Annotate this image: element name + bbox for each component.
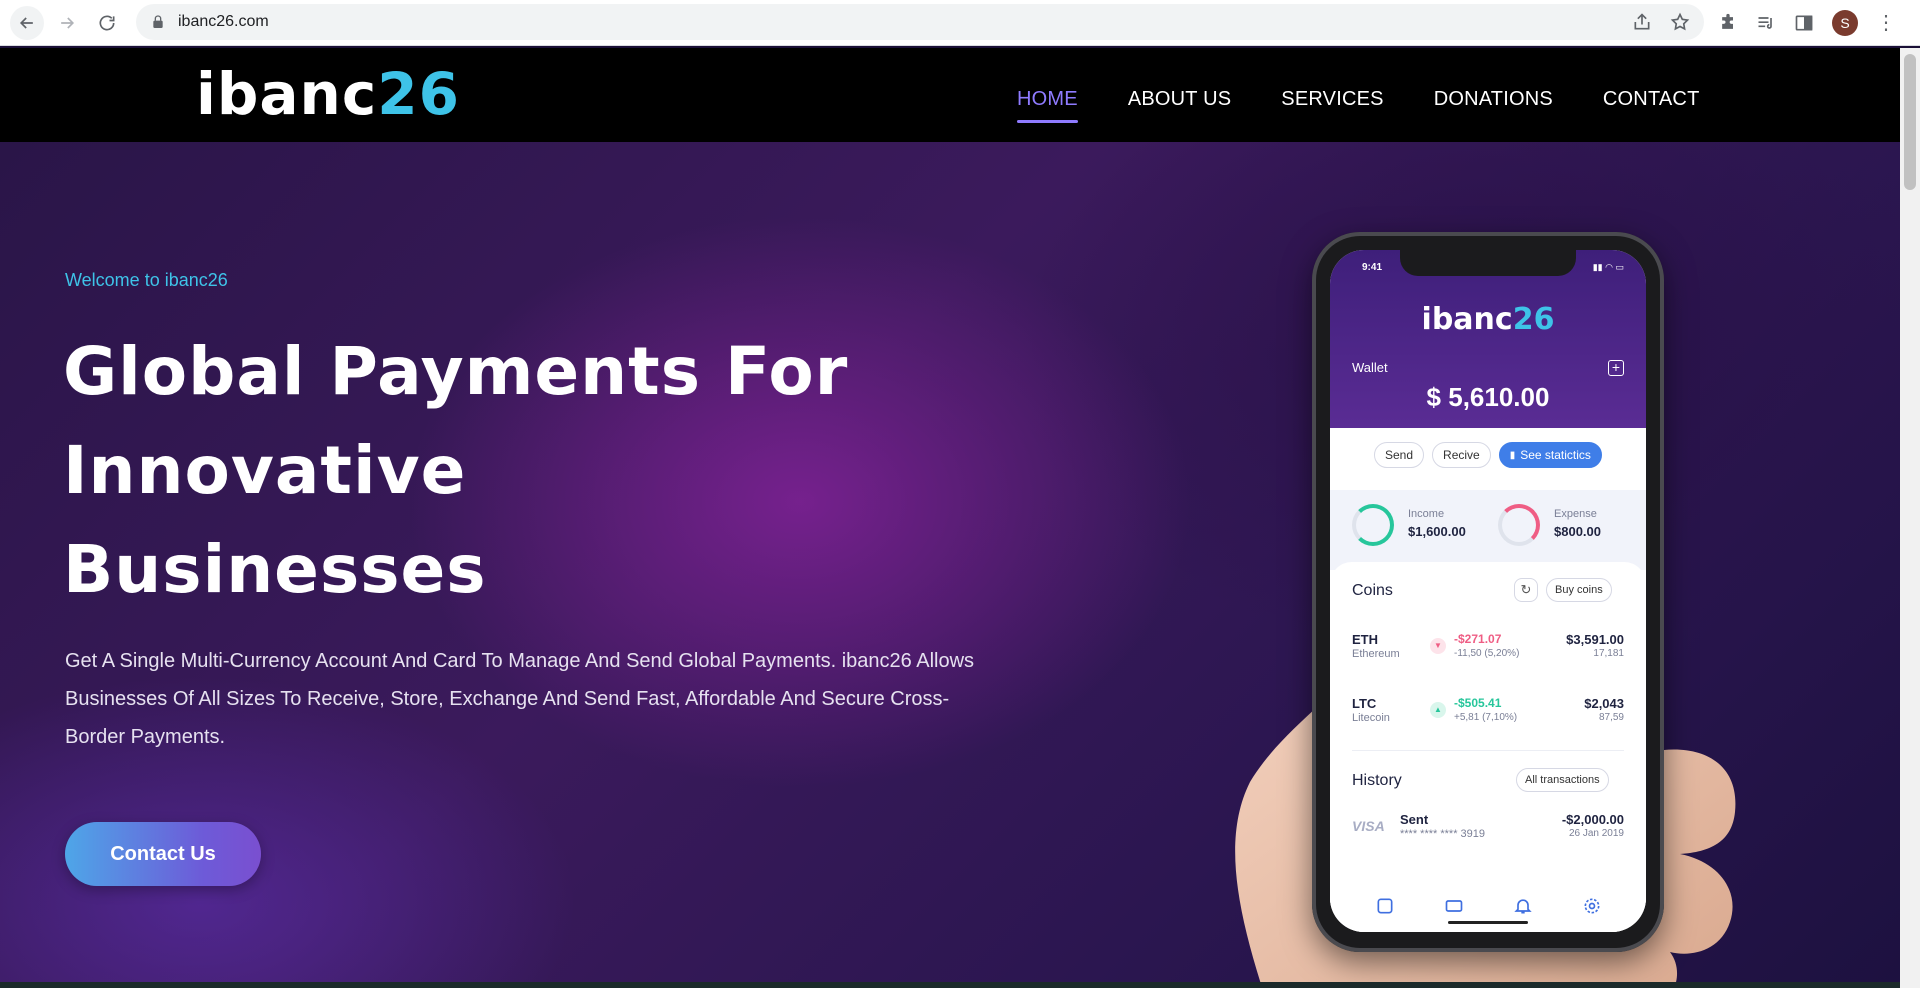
nav-donations[interactable]: DONATIONS <box>1434 88 1553 123</box>
income-ring <box>1352 504 1394 546</box>
puzzle-icon[interactable] <box>1718 13 1738 33</box>
back-button[interactable] <box>10 5 44 40</box>
nav-contact[interactable]: CONTACT <box>1603 88 1700 123</box>
phone-tabbar <box>1330 880 1646 932</box>
arrow-right-icon <box>61 16 75 29</box>
phone-screen: 9:41 ▮▮ ◠ ▭ ibanc26 Wallet + $ 5,610.00 … <box>1330 250 1646 932</box>
welcome-text: Welcome to ibanc26 <box>65 270 228 290</box>
scrollbar-thumb[interactable] <box>1904 54 1916 190</box>
app-logo: ibanc26 <box>1421 302 1555 337</box>
side-panel-icon[interactable] <box>1794 13 1814 33</box>
forward-button[interactable] <box>50 6 84 40</box>
site-header: ibanc26 HOME ABOUT US SERVICES DONATIONS… <box>0 48 1900 142</box>
add-icon: + <box>1608 360 1624 376</box>
wallet-actions: Send Recive ▮ See statictics <box>1374 442 1602 468</box>
site-logo[interactable]: ibanc26 <box>196 60 460 128</box>
visa-logo: VISA <box>1352 818 1385 834</box>
hero-description: Get A Single Multi-Currency Account And … <box>65 650 975 748</box>
send-pill: Send <box>1374 442 1425 468</box>
reload-icon <box>99 15 115 31</box>
card-tab-icon <box>1445 900 1462 912</box>
down-arrow-icon: ▼ <box>1430 638 1446 654</box>
profile-avatar[interactable]: S <box>1832 10 1858 36</box>
coins-title: Coins <box>1352 582 1393 599</box>
hero-headline: Global Payments For Innovative Businesse… <box>63 322 963 619</box>
nav-about-us[interactable]: ABOUT US <box>1128 88 1231 123</box>
media-queue-icon[interactable] <box>1756 13 1776 33</box>
hero-section: Welcome to ibanc26 Global Payments For I… <box>0 142 1900 982</box>
contact-us-button[interactable]: Contact Us <box>65 822 261 886</box>
main-nav: HOME ABOUT US SERVICES DONATIONS CONTACT <box>1017 88 1699 123</box>
phone-mockup: 9:41 ▮▮ ◠ ▭ ibanc26 Wallet + $ 5,610.00 … <box>1312 232 1664 952</box>
page-scrollbar[interactable] <box>1900 48 1920 988</box>
star-icon[interactable] <box>1670 12 1690 32</box>
signal-wifi-battery-icon: ▮▮ ◠ ▭ <box>1592 262 1624 272</box>
gear-icon <box>1584 898 1599 914</box>
bar-chart-icon: ▮ <box>1509 449 1516 461</box>
all-transactions-pill: All transactions <box>1516 768 1609 792</box>
headline-line-3: Businesses <box>63 531 487 608</box>
wallet-label: Wallet <box>1352 360 1388 375</box>
bell-icon <box>1513 899 1532 914</box>
menu-kebab-icon[interactable]: ⋮ <box>1876 13 1896 33</box>
refresh-icon: ↻ <box>1514 578 1538 602</box>
headline-line-2: Innovative <box>63 432 467 509</box>
nav-services[interactable]: SERVICES <box>1281 88 1383 123</box>
phone-time: 9:41 <box>1362 262 1383 273</box>
income-expense-stats: Income $1,600.00 Expense $800.00 <box>1330 490 1646 570</box>
lock-icon <box>153 15 163 28</box>
receive-pill: Recive <box>1432 442 1491 468</box>
arrow-left-icon <box>19 16 33 29</box>
wallet-balance: $ 5,610.00 <box>1426 382 1550 412</box>
expense-ring <box>1498 504 1540 546</box>
browser-toolbar: ibanc26.com S ⋮ <box>0 0 1920 46</box>
wallet-tab-icon <box>1377 898 1392 914</box>
home-indicator <box>1448 921 1528 924</box>
nav-home[interactable]: HOME <box>1017 88 1078 123</box>
address-bar[interactable]: ibanc26.com <box>136 4 1704 40</box>
buy-coins-pill: Buy coins <box>1546 578 1612 602</box>
share-icon[interactable] <box>1632 12 1652 32</box>
up-arrow-icon: ▲ <box>1430 702 1446 718</box>
url-text: ibanc26.com <box>178 13 269 30</box>
coins-card: Coins ↻ Buy coins ETH Ethereum ▼ -$271.0… <box>1330 562 1646 932</box>
history-title: History <box>1352 772 1402 789</box>
statistics-pill: ▮ See statictics <box>1498 442 1602 468</box>
reload-button[interactable] <box>90 6 124 40</box>
headline-line-1: Global Payments For <box>63 333 849 410</box>
